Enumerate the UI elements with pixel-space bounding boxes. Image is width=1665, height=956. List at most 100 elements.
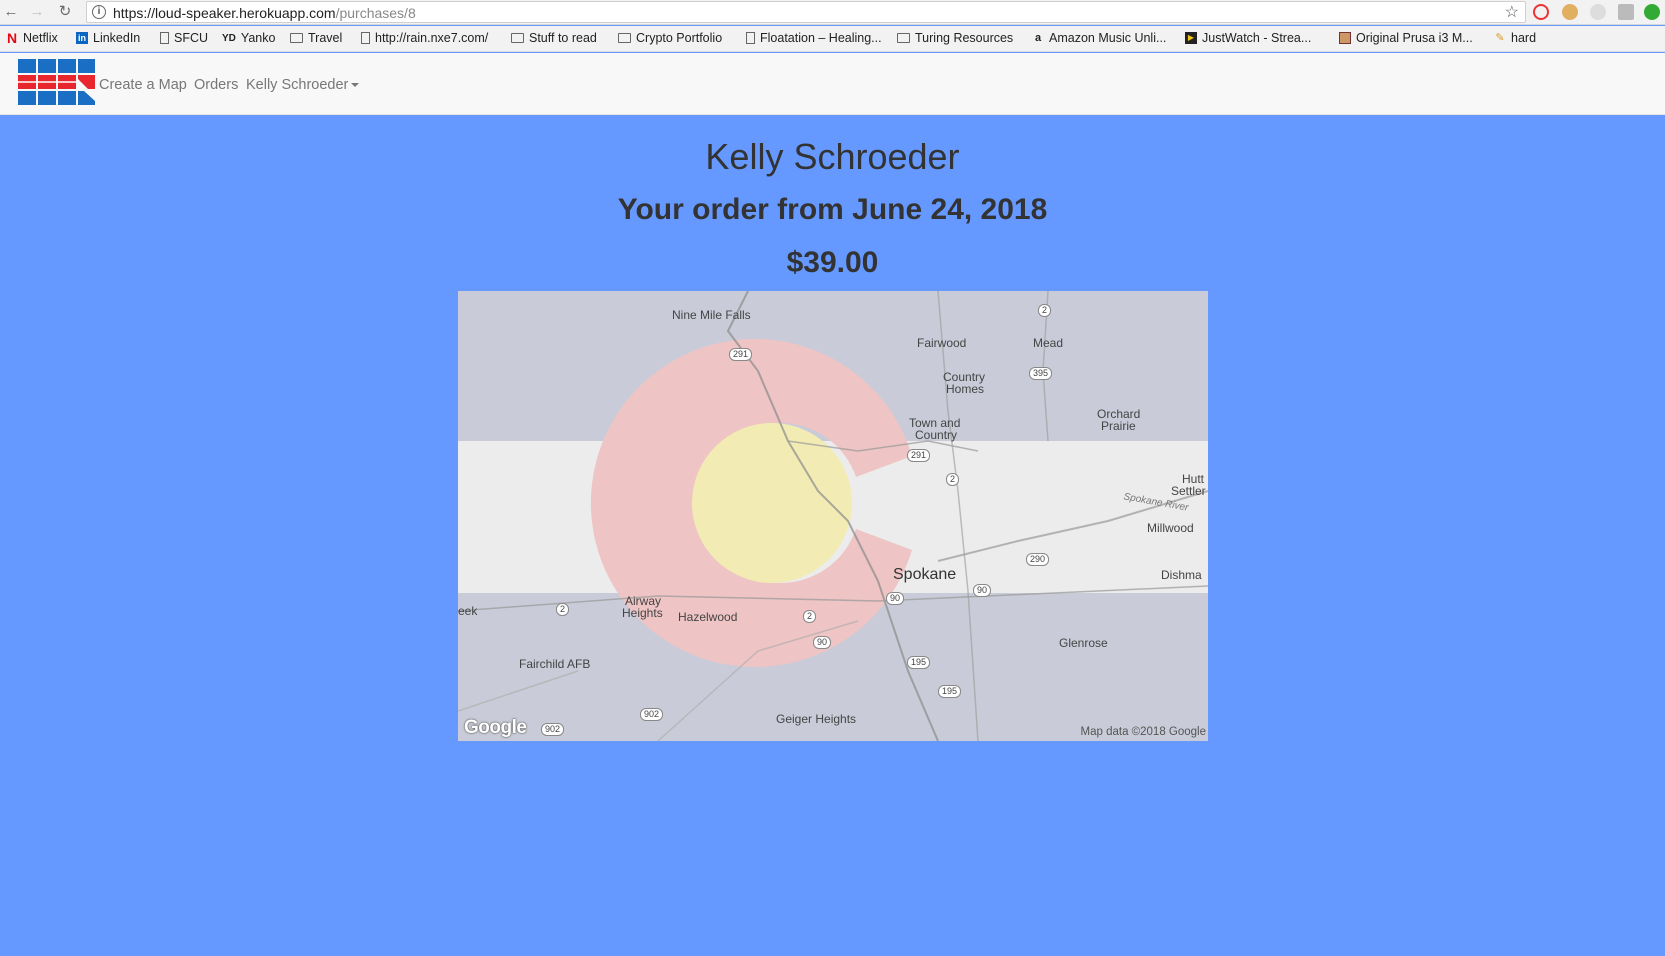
highway-shield: 90 bbox=[886, 592, 905, 605]
bookmark-label: Stuff to read bbox=[529, 31, 597, 45]
linkedin-icon: in bbox=[76, 32, 88, 44]
page-icon bbox=[746, 32, 755, 44]
app-navbar: Create a Map Orders Kelly Schroeder bbox=[0, 53, 1665, 115]
map-label: Fairwood bbox=[917, 336, 967, 350]
info-icon[interactable]: i bbox=[92, 5, 106, 19]
folder-icon bbox=[618, 33, 631, 43]
map-label: Millwood bbox=[1147, 521, 1194, 535]
browser-toolbar: ← → ↻ i https://loud-speaker.herokuapp.c… bbox=[0, 0, 1665, 25]
folder-icon bbox=[897, 33, 910, 43]
map-label: Heights bbox=[622, 606, 663, 620]
bookmark-travel[interactable]: Travel bbox=[290, 31, 342, 45]
highway-shield: 290 bbox=[1026, 553, 1050, 566]
bookmark-label: Original Prusa i3 M... bbox=[1356, 31, 1473, 45]
reader-extension-icon[interactable] bbox=[1618, 4, 1634, 20]
back-icon[interactable]: ← bbox=[2, 3, 20, 21]
highway-shield: 2 bbox=[803, 610, 817, 623]
map-label: Nine Mile Falls bbox=[672, 308, 751, 322]
map-label: Glenrose bbox=[1059, 636, 1108, 650]
bookmark-label: Netflix bbox=[23, 31, 58, 45]
highway-shield: 2 bbox=[946, 473, 960, 486]
url-path: /purchases/8 bbox=[335, 5, 416, 21]
map-label: eek bbox=[458, 604, 478, 618]
reload-icon[interactable]: ↻ bbox=[56, 3, 74, 21]
customer-name: Kelly Schroeder bbox=[705, 136, 960, 177]
bookmark-label: SFCU bbox=[174, 31, 209, 45]
highway-shield: 395 bbox=[1029, 367, 1053, 380]
highway-shield: 902 bbox=[640, 708, 664, 721]
cookie-extension-icon[interactable] bbox=[1562, 4, 1578, 20]
caret-down-icon bbox=[351, 83, 360, 88]
folder-icon bbox=[511, 33, 524, 43]
bookmark-label: Travel bbox=[308, 31, 343, 45]
address-bar[interactable]: i https://loud-speaker.herokuapp.com/pur… bbox=[86, 1, 1526, 23]
bookmark-sfcu[interactable]: SFCU bbox=[160, 31, 208, 45]
order-price: $39.00 bbox=[786, 246, 879, 279]
google-logo: Google bbox=[464, 717, 527, 738]
page-icon bbox=[160, 32, 169, 44]
highway-shield: 902 bbox=[541, 723, 565, 736]
bookmark-yanko[interactable]: YD Yanko bbox=[222, 31, 275, 45]
bookmark-floatation[interactable]: Floatation – Healing... bbox=[746, 31, 882, 45]
nav-orders[interactable]: Orders bbox=[194, 77, 238, 93]
highway-shield: 195 bbox=[938, 685, 962, 698]
bookmark-label: Floatation – Healing... bbox=[760, 31, 882, 45]
map-label-city: Spokane bbox=[893, 566, 957, 583]
bookmark-label: hard bbox=[1511, 31, 1537, 45]
prusa-icon bbox=[1339, 32, 1351, 44]
justwatch-icon: ▶ bbox=[1185, 32, 1197, 44]
map-label: Prairie bbox=[1101, 419, 1136, 433]
bookmark-label: Turing Resources bbox=[915, 31, 1014, 45]
bookmark-linkedin[interactable]: in LinkedIn bbox=[76, 31, 140, 45]
nav-user-dropdown[interactable]: Kelly Schroeder bbox=[246, 77, 360, 93]
amazon-icon: a bbox=[1034, 32, 1042, 44]
bookmark-netflix[interactable]: N Netflix bbox=[6, 31, 58, 45]
bookmark-label: http://rain.nxe7.com/ bbox=[375, 31, 489, 45]
highway-shield: 2 bbox=[1038, 304, 1052, 317]
map-label: Country bbox=[915, 428, 958, 442]
folder-icon bbox=[290, 33, 303, 43]
nav-user-name: Kelly Schroeder bbox=[246, 77, 349, 93]
order-map-image: Nine Mile Falls Fairwood Mead Country Ho… bbox=[458, 291, 1208, 741]
bookmark-label: LinkedIn bbox=[93, 31, 141, 45]
url-text[interactable]: https://loud-speaker.herokuapp.com/purch… bbox=[113, 5, 416, 21]
yanko-icon: YD bbox=[222, 32, 236, 44]
bookmark-prusa[interactable]: Original Prusa i3 M... bbox=[1339, 31, 1473, 45]
map-label: Settler bbox=[1171, 484, 1206, 498]
bookmark-hard[interactable]: ✎ hard bbox=[1494, 31, 1536, 45]
url-host: https://loud-speaker.herokuapp.com bbox=[113, 5, 336, 21]
map-label: Geiger Heights bbox=[776, 712, 857, 726]
map-label: Mead bbox=[1033, 336, 1064, 350]
order-date-heading: Your order from June 24, 2018 bbox=[617, 193, 1048, 226]
bookmark-label: Amazon Music Unli... bbox=[1049, 31, 1167, 45]
page-icon bbox=[361, 32, 370, 44]
map-attribution: Map data ©2018 Google bbox=[1080, 726, 1206, 738]
bookmark-amazon-music[interactable]: a Amazon Music Unli... bbox=[1032, 31, 1166, 45]
highway-shield: 2 bbox=[556, 603, 570, 616]
bookmark-star-icon[interactable]: ☆ bbox=[1505, 2, 1519, 22]
bookmarks-bar: N Netflix in LinkedIn SFCU YD Yanko Trav… bbox=[0, 26, 1665, 52]
nav-create-map[interactable]: Create a Map bbox=[99, 77, 187, 93]
highway-shield: 195 bbox=[907, 656, 931, 669]
highway-shield: 90 bbox=[813, 636, 832, 649]
bookmark-justwatch[interactable]: ▶ JustWatch - Strea... bbox=[1185, 31, 1311, 45]
forward-icon[interactable]: → bbox=[28, 3, 46, 21]
cloud-extension-icon[interactable] bbox=[1590, 4, 1606, 20]
bookmark-label: Crypto Portfolio bbox=[636, 31, 723, 45]
highway-shield: 291 bbox=[729, 348, 753, 361]
bookmark-rain[interactable]: http://rain.nxe7.com/ bbox=[361, 31, 488, 45]
opera-extension-icon[interactable] bbox=[1533, 4, 1549, 20]
bookmark-label: Yanko bbox=[240, 31, 276, 45]
netflix-icon: N bbox=[6, 30, 18, 46]
hard-icon: ✎ bbox=[1495, 32, 1505, 44]
bookmark-turing-resources[interactable]: Turing Resources bbox=[897, 31, 1013, 45]
bookmark-stuff-to-read[interactable]: Stuff to read bbox=[511, 31, 597, 45]
map-label: Fairchild AFB bbox=[519, 657, 591, 671]
map-label: Homes bbox=[946, 382, 985, 396]
bookmark-crypto-portfolio[interactable]: Crypto Portfolio bbox=[618, 31, 722, 45]
update-extension-icon[interactable] bbox=[1644, 4, 1660, 20]
map-label: Hazelwood bbox=[678, 610, 738, 624]
highway-shield: 291 bbox=[907, 449, 931, 462]
loud-speaker-logo[interactable] bbox=[18, 59, 95, 105]
bookmark-label: JustWatch - Strea... bbox=[1202, 31, 1312, 45]
